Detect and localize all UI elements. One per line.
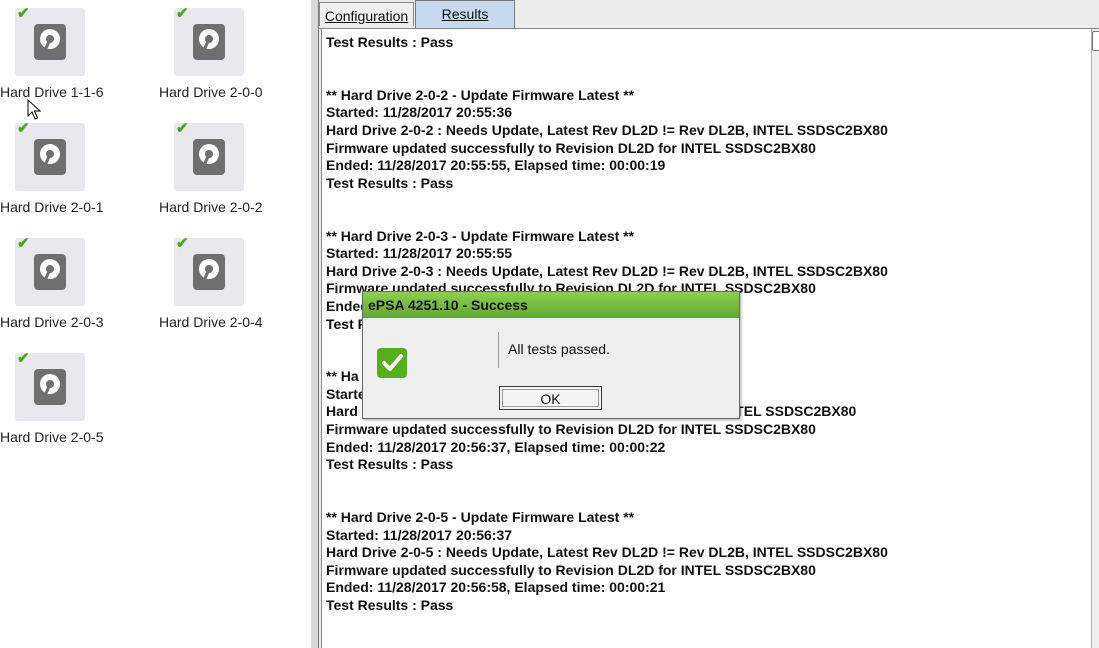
log-line: Started: 11/28/2017 20:55:36 (326, 104, 513, 121)
pass-check-icon: ✔ (17, 235, 30, 252)
device-hard-drive-1-1-6[interactable]: ✔ Hard Drive 1-1-6 (0, 0, 140, 110)
scrollbar-thumb[interactable] (1092, 31, 1099, 51)
log-line: Hard Drive 2-0-3 : Needs Update, Latest … (326, 262, 888, 279)
hard-drive-icon (34, 254, 66, 290)
log-line: Test Results : Pass (326, 456, 454, 473)
success-dialog: ePSA 4251.10 - Success All tests passed.… (362, 291, 740, 419)
hard-drive-tile[interactable]: ✔ (174, 235, 244, 306)
panel-splitter[interactable] (311, 0, 319, 648)
device-label: Hard Drive 2-0-1 (0, 199, 104, 215)
log-line: Hard Drive 2-0-2 : Needs Update, Latest … (326, 121, 888, 138)
device-label: Hard Drive 2-0-2 (159, 199, 263, 215)
log-line: Ended: 11/28/2017 20:56:58, Elapsed time… (326, 579, 666, 596)
tab-configuration[interactable]: Configuration (319, 2, 414, 26)
hard-drive-icon (34, 24, 66, 60)
log-line: Firmware updated successfully to Revisio… (326, 139, 816, 156)
device-label: Hard Drive 2-0-0 (159, 84, 263, 100)
pass-check-icon: ✔ (176, 120, 189, 137)
device-hard-drive-2-0-0[interactable]: ✔ Hard Drive 2-0-0 (159, 0, 299, 110)
device-hard-drive-2-0-4[interactable]: ✔ Hard Drive 2-0-4 (159, 230, 299, 340)
device-label: Hard Drive 2-0-5 (0, 429, 104, 445)
hard-drive-icon (34, 139, 66, 175)
hard-drive-tile[interactable]: ✔ (174, 120, 244, 191)
device-hard-drive-2-0-5[interactable]: ✔ Hard Drive 2-0-5 (0, 345, 140, 455)
log-line: Test Results : Pass (326, 174, 454, 191)
log-line: Firmware updated successfully to Revisio… (326, 421, 816, 438)
log-line: Hard Drive 2-0-5 : Needs Update, Latest … (326, 544, 888, 561)
device-hard-drive-2-0-1[interactable]: ✔ Hard Drive 2-0-1 (0, 115, 140, 225)
log-line: ** Hard Drive 2-0-5 - Update Firmware La… (326, 509, 635, 526)
device-label: Hard Drive 2-0-4 (159, 314, 263, 330)
hard-drive-icon (193, 254, 225, 290)
log-line: Ended: 11/28/2017 20:56:37, Elapsed time… (326, 438, 666, 455)
hard-drive-tile[interactable]: ✔ (15, 5, 85, 76)
vertical-scrollbar[interactable] (1091, 29, 1099, 648)
pass-check-icon: ✔ (17, 120, 30, 137)
log-line: Firmware updated successfully to Revisio… (326, 561, 816, 578)
device-label: Hard Drive 2-0-3 (0, 314, 104, 330)
log-line: Started: 11/28/2017 20:56:37 (326, 526, 513, 543)
hard-drive-icon (34, 369, 66, 405)
hard-drive-icon (193, 24, 225, 60)
dialog-title: ePSA 4251.10 - Success (363, 292, 739, 318)
dialog-message: All tests passed. (508, 341, 610, 357)
pass-check-icon: ✔ (17, 5, 30, 22)
log-line: Test Results : Pass (326, 597, 454, 613)
hard-drive-icon (193, 139, 225, 175)
log-line: Test Results : Pass (326, 34, 454, 50)
pass-check-icon: ✔ (176, 5, 189, 22)
hard-drive-tile[interactable]: ✔ (15, 120, 85, 191)
device-label: Hard Drive 1-1-6 (0, 84, 104, 100)
pass-check-icon: ✔ (176, 235, 189, 252)
device-hard-drive-2-0-2[interactable]: ✔ Hard Drive 2-0-2 (159, 115, 299, 225)
log-line: ** Hard Drive 2-0-3 - Update Firmware La… (326, 227, 635, 244)
log-line: Ended: 11/28/2017 20:55:55, Elapsed time… (326, 157, 666, 174)
ok-button-label: OK (502, 389, 599, 407)
device-hard-drive-2-0-3[interactable]: ✔ Hard Drive 2-0-3 (0, 230, 140, 340)
log-line: Started: 11/28/2017 20:55:55 (326, 245, 513, 262)
check-icon (377, 348, 407, 378)
tab-bar: Configuration Results (319, 0, 1099, 29)
hard-drive-tile[interactable]: ✔ (15, 350, 85, 421)
hard-drive-tile[interactable]: ✔ (174, 5, 244, 76)
ok-button[interactable]: OK (499, 386, 602, 410)
hard-drive-tile[interactable]: ✔ (15, 235, 85, 306)
log-line: ** Hard Drive 2-0-2 - Update Firmware La… (326, 86, 635, 103)
pass-check-icon: ✔ (17, 350, 30, 367)
device-panel: ✔ Hard Drive 1-1-6 ✔ Hard Drive 2-0-0 ✔ (0, 0, 312, 648)
tab-results[interactable]: Results (415, 0, 515, 28)
dialog-divider (498, 332, 499, 368)
mouse-pointer-icon (27, 99, 41, 120)
